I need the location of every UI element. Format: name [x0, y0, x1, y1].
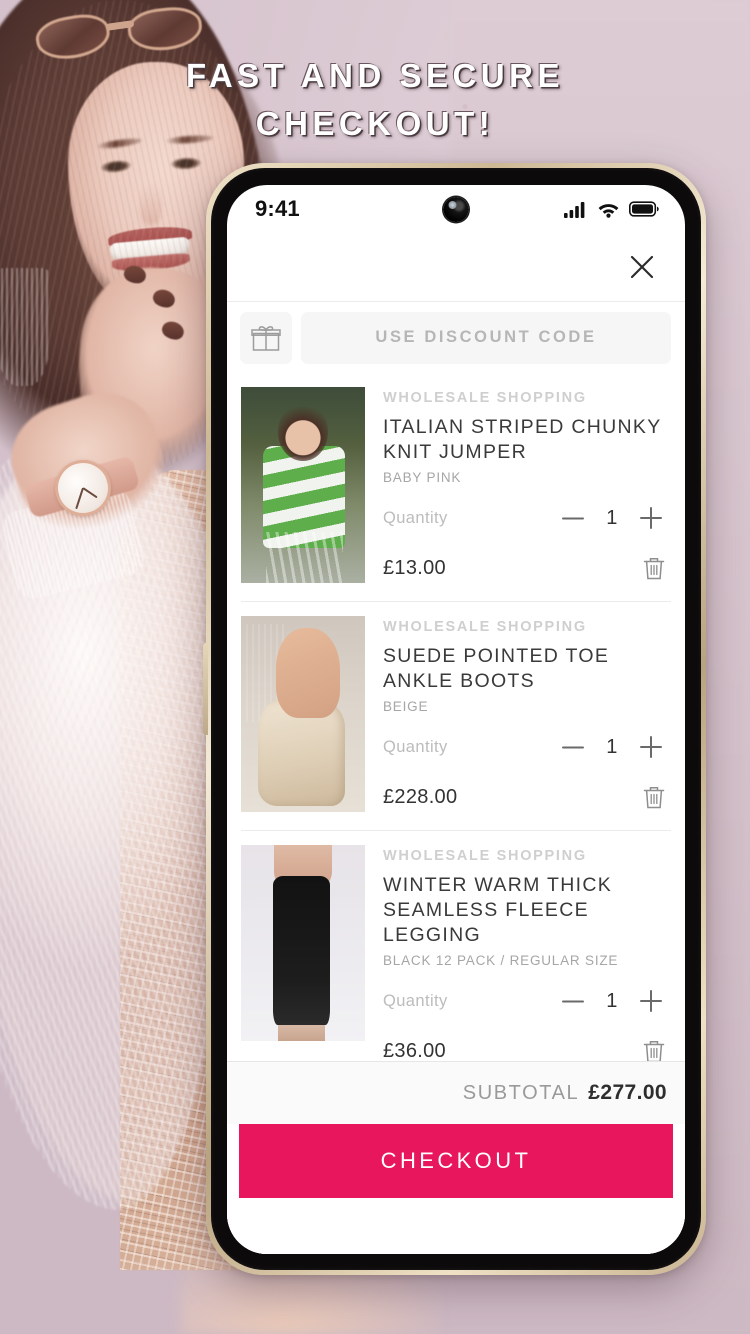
status-bar-time: 9:41 [255, 196, 300, 221]
price-row: £36.00 [383, 1034, 671, 1061]
product-price: £36.00 [383, 1039, 446, 1062]
quantity-value: 1 [606, 989, 618, 1012]
trash-icon [643, 1041, 665, 1061]
product-title[interactable]: WINTER WARM THICK SEAMLESS FLEECE LEGGIN… [383, 873, 671, 948]
quantity-stepper: 1 [553, 985, 671, 1017]
product-price: £13.00 [383, 556, 446, 579]
quantity-stepper: 1 [553, 731, 671, 763]
quantity-row: Quantity 1 [383, 731, 671, 763]
phone-screen: 9:41 USE DISCOUNT CODE WHOLESALE SHOPPIN… [227, 185, 685, 1254]
subtotal-bar: SUBTOTAL £277.00 [227, 1062, 685, 1124]
home-indicator-area [227, 1198, 685, 1254]
front-camera-punch-hole-icon [443, 197, 469, 222]
quantity-row: Quantity 1 [383, 985, 671, 1017]
product-title[interactable]: ITALIAN STRIPED CHUNKY KNIT JUMPER [383, 415, 671, 465]
trash-icon [643, 558, 665, 580]
product-info: WHOLESALE SHOPPING SUEDE POINTED TOE ANK… [383, 616, 671, 814]
product-price: £228.00 [383, 785, 458, 808]
plus-icon [640, 736, 662, 758]
close-cart-button[interactable] [625, 250, 659, 284]
status-bar: 9:41 [227, 185, 685, 233]
plus-icon [640, 507, 662, 529]
cellular-signal-icon [564, 201, 585, 218]
price-row: £13.00 [383, 551, 671, 585]
quantity-value: 1 [606, 506, 618, 529]
product-image-jumper [241, 387, 365, 583]
product-brand: WHOLESALE SHOPPING [383, 619, 587, 635]
use-discount-code-button[interactable]: USE DISCOUNT CODE [301, 311, 671, 364]
product-info: WHOLESALE SHOPPING WINTER WARM THICK SEA… [383, 845, 671, 1061]
quantity-decrement-button[interactable] [553, 985, 593, 1017]
cart-header [227, 233, 685, 301]
quantity-label: Quantity [383, 737, 448, 756]
promo-headline: FAST AND SECURE CHECKOUT! [0, 52, 750, 148]
minus-icon [562, 517, 584, 519]
tassel-earring [0, 268, 50, 386]
cart-item: WHOLESALE SHOPPING ITALIAN STRIPED CHUNK… [241, 373, 671, 602]
product-thumbnail[interactable] [241, 845, 365, 1041]
trash-icon [643, 787, 665, 809]
phone-mockup: 9:41 USE DISCOUNT CODE WHOLESALE SHOPPIN… [203, 163, 706, 1275]
quantity-increment-button[interactable] [631, 731, 671, 763]
gift-icon [251, 325, 281, 351]
status-bar-indicators [564, 201, 659, 218]
subtotal-value: £277.00 [588, 1081, 667, 1104]
checkout-button-wrapper: CHECKOUT [227, 1124, 685, 1198]
product-image-boots [241, 616, 365, 812]
phone-bezel: 9:41 USE DISCOUNT CODE WHOLESALE SHOPPIN… [211, 168, 701, 1270]
quantity-value: 1 [606, 735, 618, 758]
remove-item-button[interactable] [637, 1034, 671, 1061]
cart-items-list[interactable]: WHOLESALE SHOPPING ITALIAN STRIPED CHUNK… [227, 373, 685, 1061]
product-brand: WHOLESALE SHOPPING [383, 390, 587, 406]
gift-button[interactable] [240, 311, 292, 364]
product-title[interactable]: SUEDE POINTED TOE ANKLE BOOTS [383, 644, 671, 694]
product-variant: BEIGE [383, 699, 429, 714]
quantity-label: Quantity [383, 508, 448, 527]
checkout-button[interactable]: CHECKOUT [239, 1124, 673, 1198]
product-brand: WHOLESALE SHOPPING [383, 848, 587, 864]
quantity-decrement-button[interactable] [553, 502, 593, 534]
cart-item: WHOLESALE SHOPPING SUEDE POINTED TOE ANK… [241, 602, 671, 831]
product-thumbnail[interactable] [241, 616, 365, 812]
quantity-decrement-button[interactable] [553, 731, 593, 763]
cart-item: WHOLESALE SHOPPING WINTER WARM THICK SEA… [241, 831, 671, 1061]
plus-icon [640, 990, 662, 1012]
price-row: £228.00 [383, 780, 671, 814]
battery-icon [629, 201, 659, 217]
minus-icon [562, 1000, 584, 1002]
product-variant: BABY PINK [383, 470, 462, 485]
remove-item-button[interactable] [637, 780, 671, 814]
phone-side-button[interactable] [203, 643, 208, 735]
promo-headline-line-2: CHECKOUT! [255, 105, 495, 142]
close-icon [630, 255, 654, 279]
promo-headline-line-1: FAST AND SECURE [186, 57, 564, 94]
quantity-increment-button[interactable] [631, 985, 671, 1017]
product-thumbnail[interactable] [241, 387, 365, 583]
discount-code-row: USE DISCOUNT CODE [227, 301, 685, 373]
wifi-icon [598, 203, 619, 218]
subtotal-label: SUBTOTAL [462, 1081, 580, 1104]
product-variant: BLACK 12 PACK / REGULAR SIZE [383, 953, 619, 968]
cart-footer: SUBTOTAL £277.00 CHECKOUT [227, 1061, 685, 1254]
product-image-legging [241, 845, 365, 1041]
product-info: WHOLESALE SHOPPING ITALIAN STRIPED CHUNK… [383, 387, 671, 585]
quantity-label: Quantity [383, 991, 448, 1010]
quantity-stepper: 1 [553, 502, 671, 534]
quantity-increment-button[interactable] [631, 502, 671, 534]
quantity-row: Quantity 1 [383, 502, 671, 534]
remove-item-button[interactable] [637, 551, 671, 585]
minus-icon [562, 746, 584, 748]
